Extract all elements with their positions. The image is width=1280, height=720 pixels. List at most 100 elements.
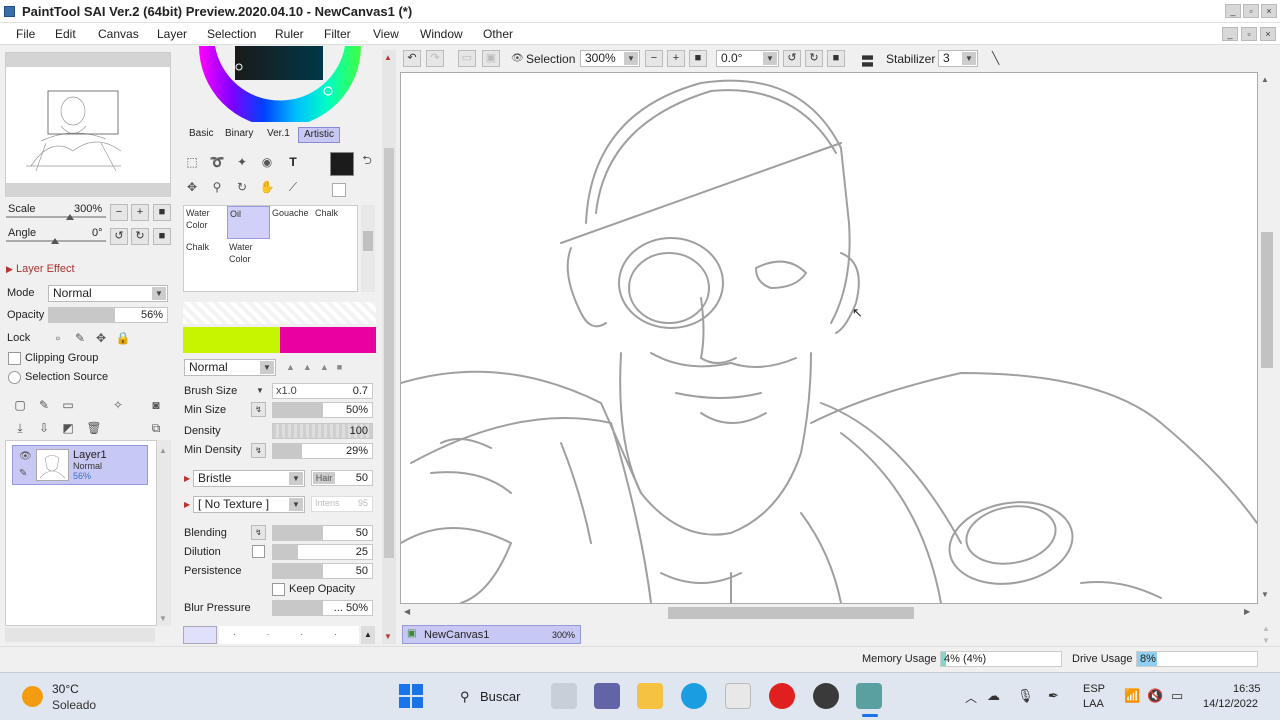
brush-size-preset-selected[interactable] <box>183 626 217 644</box>
straight-line-icon[interactable]: ╲ <box>992 51 999 65</box>
obs-icon[interactable] <box>813 683 839 709</box>
menu-selection[interactable]: Selection <box>207 27 256 41</box>
search-icon[interactable]: ⚲ <box>460 689 470 705</box>
menu-layer[interactable]: Layer <box>157 27 187 41</box>
edge-icon[interactable] <box>681 683 707 709</box>
rotation-select[interactable]: 0.0° ▼ <box>716 50 779 67</box>
zoom-in-button[interactable]: + <box>131 204 149 221</box>
lock-move-icon[interactable]: ✥ <box>93 330 109 346</box>
brush-size-slider[interactable]: x1.0 0.7 <box>272 383 373 399</box>
scroll-down-icon[interactable]: ▼ <box>1261 590 1269 599</box>
selection-eye-icon[interactable]: 👁 <box>511 53 524 64</box>
zoom-icon[interactable]: ⚲ <box>209 179 225 195</box>
layer-mode-select[interactable]: Normal ▼ <box>48 285 168 302</box>
transparent-color-icon[interactable] <box>332 183 346 197</box>
invert-selection-button[interactable]: ▣ <box>482 50 500 67</box>
redo-button[interactable]: ↷ <box>426 50 444 67</box>
pen-icon[interactable]: ✒ <box>1048 688 1059 704</box>
brush-chalk[interactable]: Chalk <box>313 206 356 239</box>
layer-row[interactable]: 👁 ✎ Layer1 Normal 56% <box>12 445 148 485</box>
canvas-tab[interactable]: ▣ NewCanvas1 300% <box>402 625 581 644</box>
brush-size-dropdown-icon[interactable]: ▼ <box>256 386 264 395</box>
menu-filter[interactable]: Filter <box>324 27 351 41</box>
toolbar-zoom-in-button[interactable]: + <box>667 50 685 67</box>
color-wheel[interactable] <box>195 46 365 122</box>
lock-transparency-icon[interactable]: ▫ <box>50 330 66 346</box>
lock-paint-icon[interactable]: ✎ <box>72 330 88 346</box>
layer-list-hscrollbar[interactable] <box>5 628 155 642</box>
teams-icon[interactable] <box>594 683 620 709</box>
tool-panel-scroll-thumb[interactable] <box>384 148 394 558</box>
menu-edit[interactable]: Edit <box>55 27 76 41</box>
scroll-left-icon[interactable]: ◀ <box>404 607 410 616</box>
delete-layer-icon[interactable]: 🗑 <box>86 420 102 436</box>
brush-oil[interactable]: Oil <box>227 206 270 239</box>
rotate-left-button[interactable]: ↺ <box>110 228 128 245</box>
maximize-button[interactable]: ▫ <box>1243 4 1259 18</box>
bucket-icon[interactable]: ◉ <box>259 154 275 170</box>
min-size-curve-button[interactable]: ↯ <box>251 402 266 417</box>
close-button[interactable]: × <box>1261 4 1277 18</box>
doc-maximize-button[interactable]: ▫ <box>1241 27 1257 41</box>
undo-button[interactable]: ↶ <box>403 50 421 67</box>
microphone-icon[interactable]: 🎙 <box>1017 688 1034 704</box>
tab-binary[interactable]: Binary <box>220 127 258 143</box>
toolbar-zoom-reset-button[interactable]: ■ <box>689 50 707 67</box>
tab-ver1[interactable]: Ver.1 <box>262 127 295 143</box>
new-layer-icon[interactable]: ▢ <box>12 397 28 413</box>
canvas-vscrollbar[interactable]: ▲ ▼ <box>1259 72 1275 605</box>
clipping-group-checkbox[interactable] <box>8 352 21 365</box>
menu-view[interactable]: View <box>373 27 399 41</box>
canvas-vscroll-thumb[interactable] <box>1261 232 1273 368</box>
density-slider[interactable]: 100 <box>272 423 373 439</box>
layer-effect-toggle[interactable]: Layer Effect <box>16 263 75 275</box>
zoom-reset-button[interactable]: ■ <box>153 204 171 221</box>
toolbar-rotate-reset-button[interactable]: ■ <box>827 50 845 67</box>
blur-pressure-slider[interactable]: ... 50% <box>272 600 373 616</box>
toolbar-rotate-left-button[interactable]: ↺ <box>783 50 801 67</box>
color-history[interactable] <box>183 302 376 324</box>
tab-scroll-down-icon[interactable]: ▼ <box>1262 636 1270 645</box>
min-density-slider[interactable]: 29% <box>272 443 373 459</box>
tool-panel-scrollbar[interactable]: ▲ ▼ <box>382 50 396 644</box>
doc-minimize-button[interactable]: _ <box>1222 27 1238 41</box>
hand-icon[interactable]: ✋ <box>259 179 275 195</box>
magic-wand-icon[interactable]: ✦ <box>234 154 250 170</box>
opera-icon[interactable] <box>769 683 795 709</box>
clock-date[interactable]: 14/12/2022 <box>1203 698 1258 710</box>
canvas-hscroll-thumb[interactable] <box>668 607 914 619</box>
rect-select-icon[interactable]: ⬚ <box>184 154 200 170</box>
file-explorer-icon[interactable] <box>637 683 663 709</box>
swap-colors-icon[interactable]: ⮌ <box>360 152 374 168</box>
menu-file[interactable]: File <box>16 27 35 41</box>
brush-gouache[interactable]: Gouache <box>270 206 313 239</box>
selection-source-checkbox[interactable] <box>8 371 21 384</box>
dilution-slider[interactable]: 25 <box>272 544 373 560</box>
toolbar-zoom-out-button[interactable]: − <box>645 50 663 67</box>
lock-all-icon[interactable]: 🔒 <box>115 330 131 346</box>
tab-scroll-up-icon[interactable]: ▲ <box>1262 624 1270 633</box>
brush-chalk-2[interactable]: Chalk <box>184 240 227 273</box>
eyedropper-icon[interactable]: ⟋ <box>285 179 301 195</box>
angle-slider-handle[interactable] <box>51 238 59 244</box>
texture-select[interactable]: [ No Texture ] ▼ <box>193 496 305 513</box>
zoom-out-button[interactable]: − <box>110 204 128 221</box>
min-density-curve-button[interactable]: ↯ <box>251 443 266 458</box>
weather-description[interactable]: Soleado <box>52 698 96 712</box>
merge-down-icon[interactable]: ⤓ <box>12 420 28 436</box>
hair-slider[interactable]: Hair 50 <box>311 470 373 486</box>
scroll-right-icon[interactable]: ▶ <box>1244 607 1250 616</box>
wifi-icon[interactable]: 📶 <box>1124 688 1140 704</box>
opacity-slider[interactable]: 56% <box>48 307 168 323</box>
menu-window[interactable]: Window <box>420 27 463 41</box>
scroll-up-icon[interactable]: ▲ <box>1261 75 1269 84</box>
brush-grid-scroll-thumb[interactable] <box>363 231 373 251</box>
new-folder-icon[interactable]: ▭ <box>60 397 76 413</box>
brush-water-color-2[interactable]: Water Color <box>227 240 270 273</box>
shape-expand-icon[interactable]: ▶ <box>184 474 190 483</box>
onedrive-icon[interactable]: ☁ <box>987 688 1000 704</box>
rotate-icon[interactable]: ↻ <box>234 179 250 195</box>
battery-icon[interactable]: ▭ <box>1171 688 1183 704</box>
doc-close-button[interactable]: × <box>1260 27 1276 41</box>
navigator-panel[interactable] <box>5 52 171 197</box>
